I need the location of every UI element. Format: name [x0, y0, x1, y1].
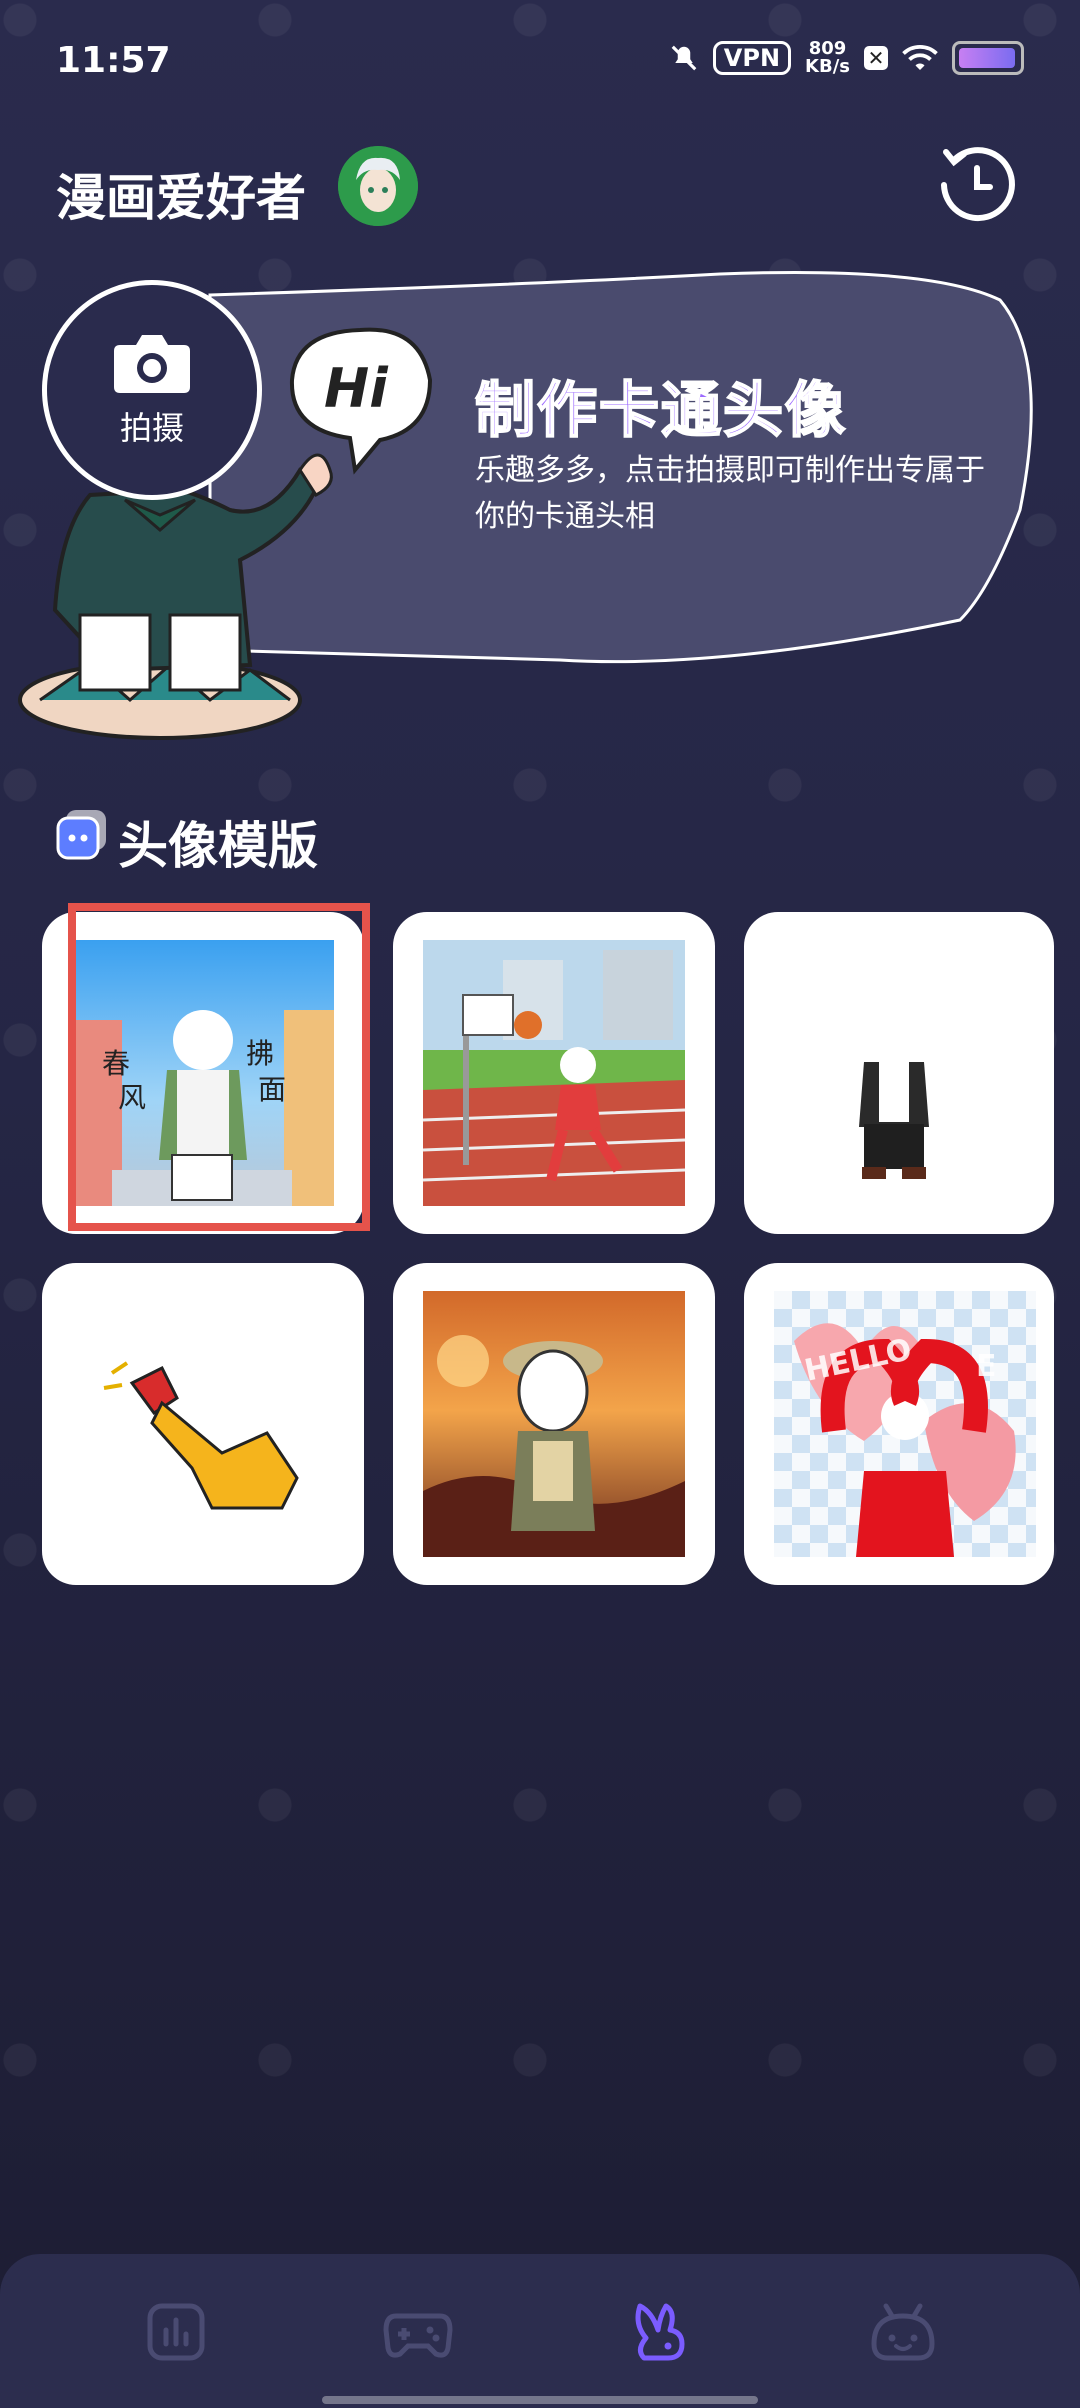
battery-icon	[952, 41, 1024, 75]
mute-bell-icon	[671, 45, 697, 71]
status-bar: 11:57 VPN 809 KB/s ✕	[0, 0, 1080, 120]
template-card-yellow-sweater[interactable]	[42, 1263, 364, 1585]
hi-text: Hi	[324, 357, 388, 420]
heart-arms-image	[794, 1323, 1016, 1557]
home-indicator[interactable]	[322, 2396, 758, 2404]
camera-icon	[114, 335, 190, 393]
yellow-sweater-image	[103, 1361, 299, 1510]
avatar-image	[338, 146, 418, 226]
status-icons: VPN 809 KB/s ✕	[669, 40, 1024, 76]
card-text-d: 面	[258, 1073, 287, 1106]
basketball-image	[423, 950, 685, 1206]
card-bg-text-b: E	[976, 1349, 997, 1384]
template-card-basketball[interactable]	[393, 912, 715, 1234]
banner-description: 乐趣多多，点击拍摄即可制作出专属于你的卡通头相	[475, 453, 985, 534]
template-card-heart-arms[interactable]: HELLO E	[744, 1263, 1054, 1585]
rabbit-icon[interactable]	[626, 2300, 690, 2364]
gamepad-icon[interactable]	[382, 2300, 454, 2364]
template-section-icon	[56, 810, 106, 860]
stats-icon[interactable]	[144, 2300, 208, 2364]
robot-face-icon[interactable]	[868, 2300, 938, 2364]
template-card-spring-breeze[interactable]: 春 风 拂 面	[42, 912, 364, 1234]
camera-label: 拍摄	[119, 409, 184, 447]
page-title: 漫画爱好者	[56, 169, 306, 227]
section-title: 头像模版	[118, 817, 318, 875]
wifi-icon	[902, 45, 938, 70]
history-clock-icon[interactable]	[932, 140, 1022, 230]
banner-title: 制作卡通头像	[474, 375, 847, 447]
x-icon: ✕	[864, 46, 888, 70]
vpn-badge: VPN	[712, 41, 792, 75]
network-speed: 809 KB/s	[805, 40, 850, 76]
template-card-adventurer[interactable]	[393, 1263, 715, 1585]
speed-unit: KB/s	[805, 56, 850, 77]
adventurer-image	[423, 1335, 685, 1557]
card-text-c: 拂	[246, 1037, 275, 1070]
vest-outfit-image	[859, 1062, 929, 1179]
avatar[interactable]	[338, 146, 418, 226]
card-text-b: 风	[118, 1081, 147, 1114]
status-time: 11:57	[56, 40, 171, 81]
template-card-vest-outfit[interactable]	[744, 912, 1054, 1234]
camera-button[interactable]: 拍摄	[42, 280, 262, 500]
